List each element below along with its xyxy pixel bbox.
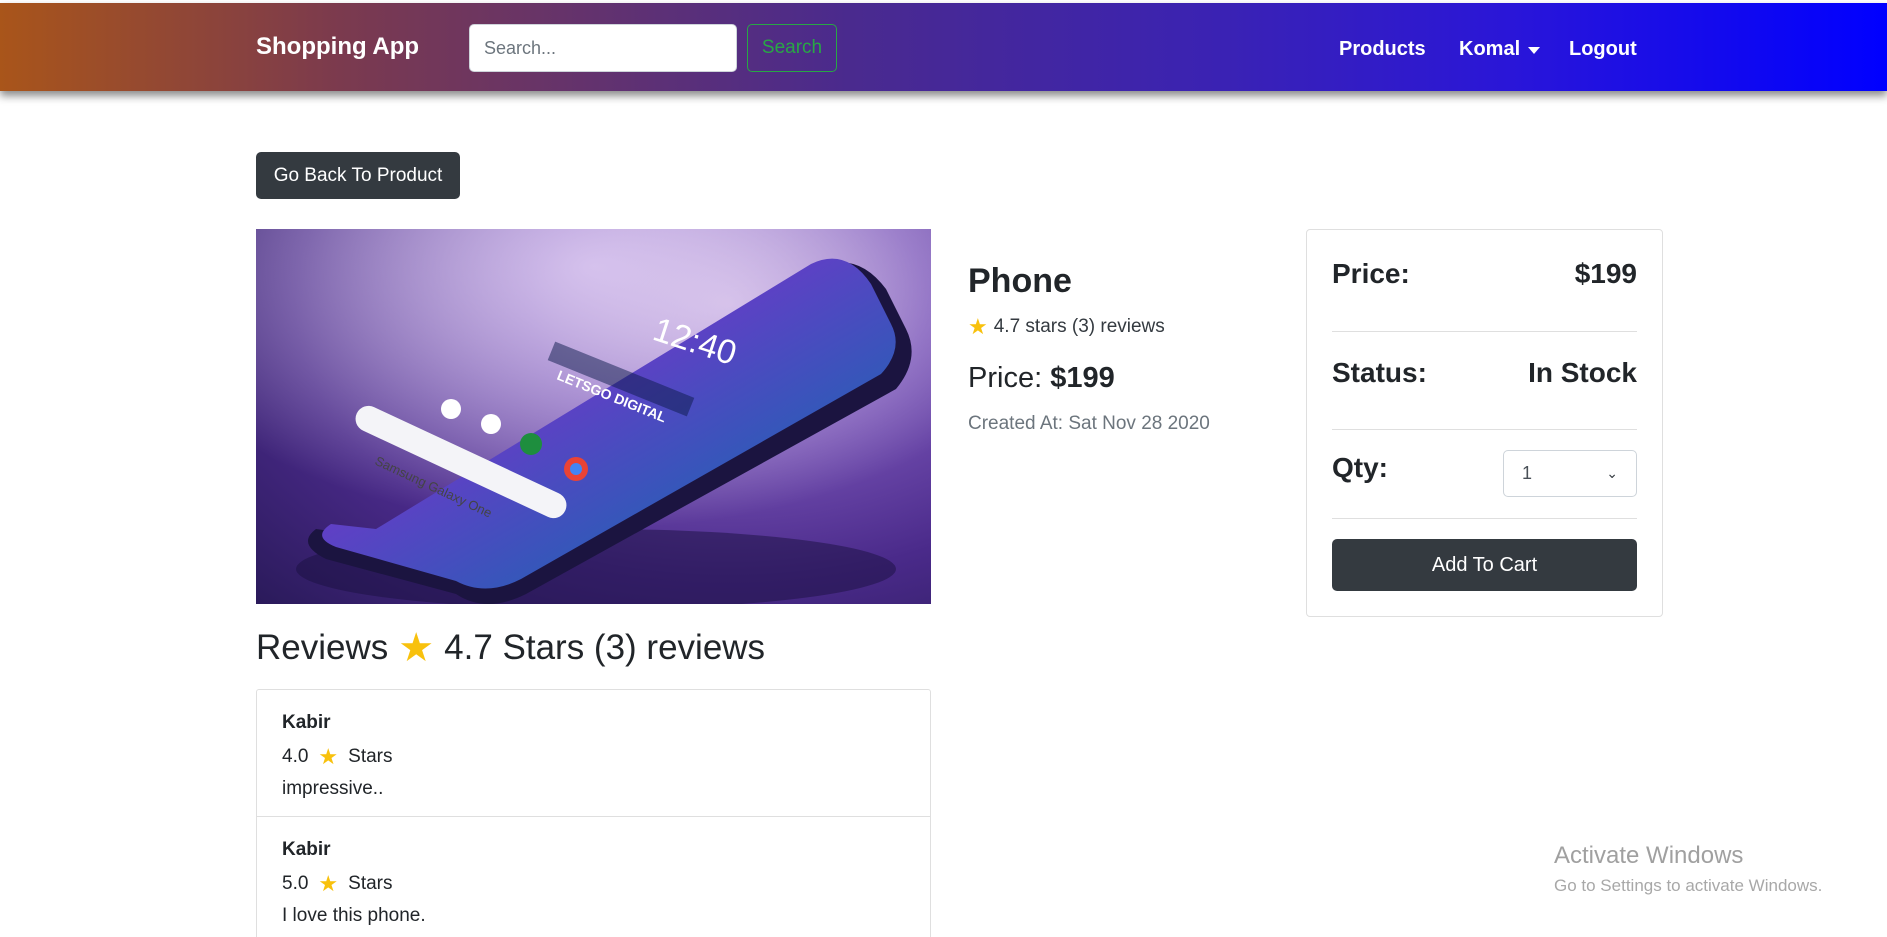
card-status-row: Status: In Stock <box>1332 357 1637 389</box>
card-status-label: Status: <box>1332 357 1427 388</box>
reviews-heading-summary: 4.7 Stars (3) reviews <box>444 628 766 667</box>
review-comment: I love this phone. <box>282 905 426 926</box>
divider <box>1332 331 1637 332</box>
card-price-value: $199 <box>1574 258 1637 289</box>
review-item: Kabir 5.0 ★ Stars I love this phone. <box>257 817 930 937</box>
phone-illustration: 12:40 LETSGO DIGITAL Samsung Galaxy One <box>256 229 931 604</box>
caret-down-icon[interactable] <box>1528 47 1540 54</box>
qty-selected-value: 1 <box>1522 463 1533 483</box>
nav-products-link[interactable]: Products <box>1339 38 1426 61</box>
card-status-value: In Stock <box>1528 357 1637 388</box>
brand-logo[interactable]: Shopping App <box>256 33 419 61</box>
qty-select[interactable]: 1 ⌄ <box>1503 450 1637 497</box>
nav-user-dropdown[interactable]: Komal <box>1459 38 1520 61</box>
star-icon: ★ <box>318 871 339 896</box>
product-price-value: $199 <box>1050 362 1115 394</box>
reviews-list: Kabir 4.0 ★ Stars impressive.. Kabir 5.0… <box>256 689 931 937</box>
card-price-row: Price: $199 <box>1332 258 1637 290</box>
activate-windows-subtitle: Go to Settings to activate Windows. <box>1554 876 1823 895</box>
star-icon: ★ <box>968 314 988 339</box>
product-image: 12:40 LETSGO DIGITAL Samsung Galaxy One <box>256 229 931 604</box>
divider <box>1332 429 1637 430</box>
review-rating-suffix: Stars <box>348 873 393 894</box>
product-title: Phone <box>968 262 1072 300</box>
review-rating: 5.0 ★ Stars <box>282 873 393 895</box>
reviews-heading: Reviews ★ 4.7 Stars (3) reviews <box>256 628 765 668</box>
star-icon: ★ <box>318 744 339 769</box>
add-to-cart-button[interactable]: Add To Cart <box>1332 539 1637 591</box>
review-rating: 4.0 ★ Stars <box>282 746 393 768</box>
product-created-at: Created At: Sat Nov 28 2020 <box>968 413 1210 434</box>
review-rating-suffix: Stars <box>348 746 393 767</box>
navbar: Shopping App Search Products Komal Logou… <box>0 3 1887 91</box>
reviews-heading-label: Reviews <box>256 628 389 667</box>
product-rating-text: 4.7 stars (3) reviews <box>993 316 1165 337</box>
product-rating: ★ 4.7 stars (3) reviews <box>968 316 1165 338</box>
go-back-button[interactable]: Go Back To Product <box>256 152 460 199</box>
activate-windows-title: Activate Windows <box>1554 842 1744 869</box>
star-icon: ★ <box>398 626 435 670</box>
review-rating-value: 5.0 <box>282 873 309 894</box>
card-qty-label: Qty: <box>1332 452 1388 483</box>
review-author: Kabir <box>282 839 331 860</box>
review-rating-value: 4.0 <box>282 746 309 767</box>
search-input[interactable] <box>469 24 737 72</box>
review-item: Kabir 4.0 ★ Stars impressive.. <box>257 690 930 817</box>
card-price-label: Price: <box>1332 258 1410 289</box>
review-comment: impressive.. <box>282 778 384 799</box>
review-author: Kabir <box>282 712 331 733</box>
nav-logout-link[interactable]: Logout <box>1569 38 1637 61</box>
cart-card: Price: $199 Status: In Stock Qty: 1 ⌄ Ad… <box>1306 229 1663 617</box>
product-price: Price: $199 <box>968 362 1115 395</box>
product-price-label: Price: <box>968 362 1043 394</box>
search-button[interactable]: Search <box>747 24 837 72</box>
chevron-down-icon: ⌄ <box>1606 465 1618 481</box>
divider <box>1332 518 1637 519</box>
